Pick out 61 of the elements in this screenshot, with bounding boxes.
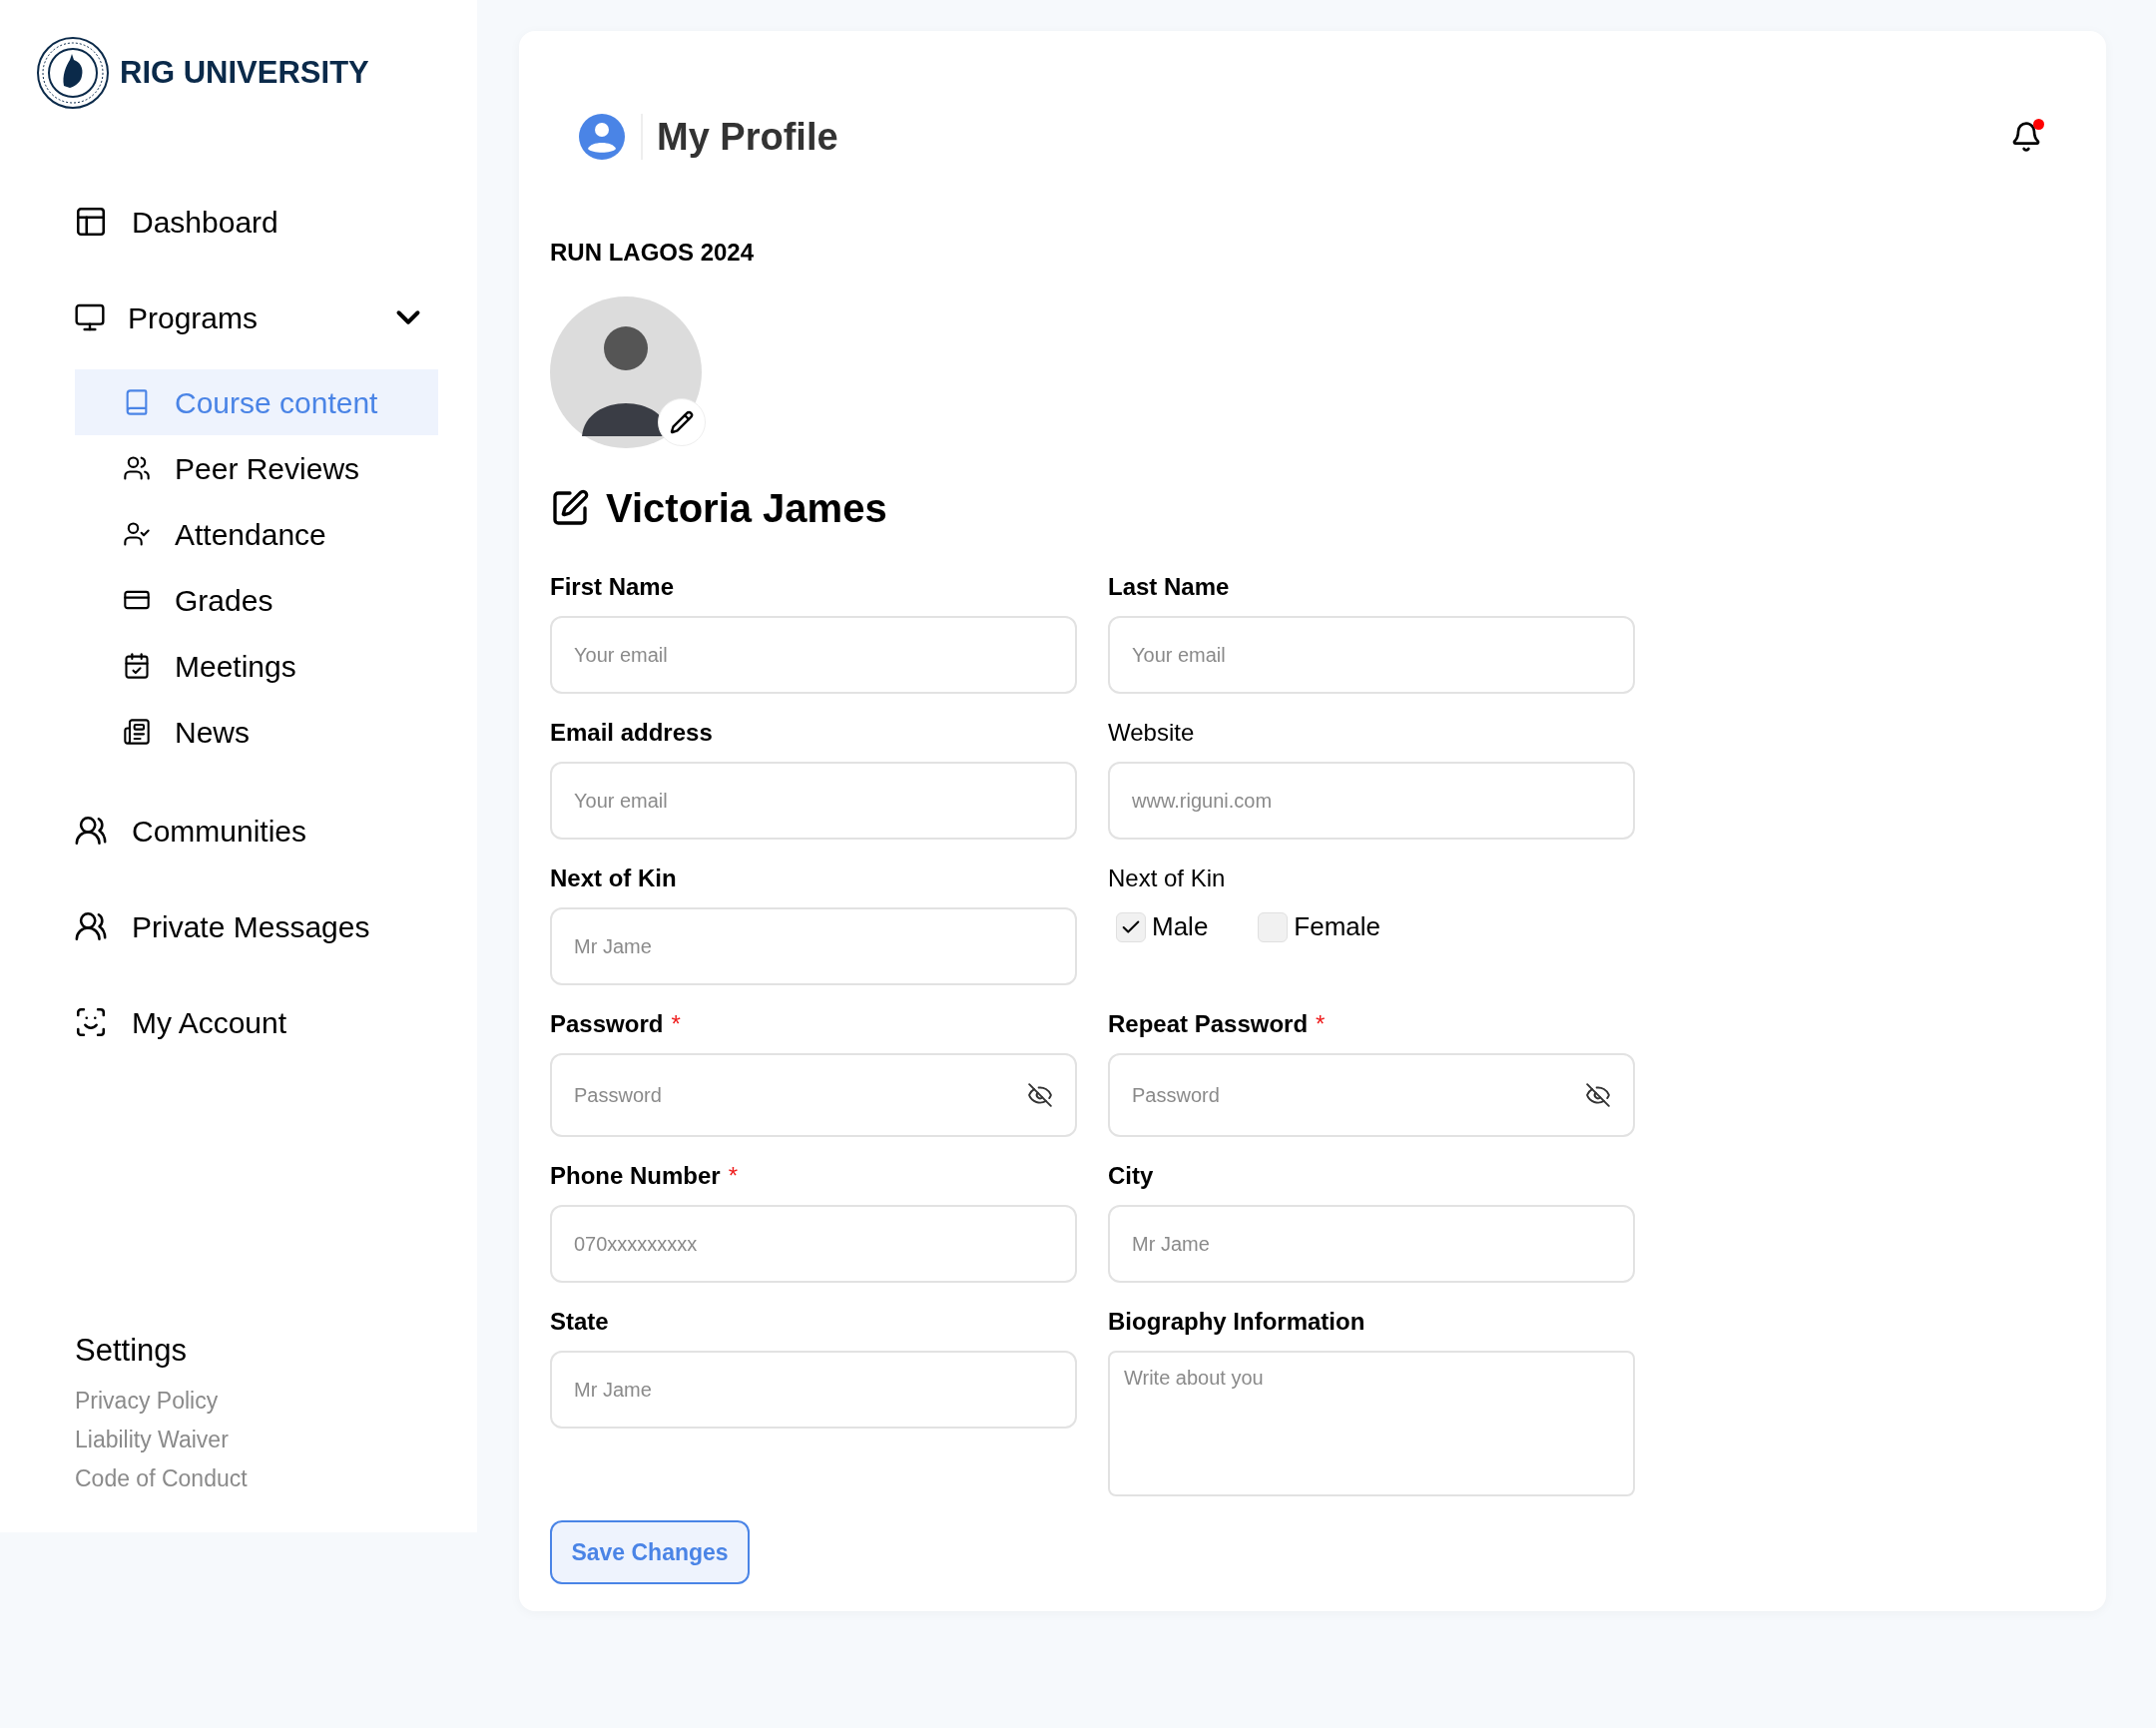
nav-item[interactable]: Private Messages: [0, 896, 477, 956]
settings-heading: Settings: [75, 1331, 188, 1370]
edit-icon[interactable]: [550, 488, 590, 528]
event-title: RUN LAGOS 2024: [550, 238, 756, 268]
nav-group[interactable]: Programs: [0, 288, 477, 347]
users-icon: [74, 814, 108, 848]
edit-photo-button[interactable]: [658, 398, 706, 446]
checkbox-label: Female: [1294, 910, 1381, 943]
field-label: Email address: [550, 718, 713, 748]
checkbox[interactable]: [1116, 911, 1146, 942]
password-field[interactable]: Password: [1108, 1053, 1635, 1137]
brand-name: RIG UNIVERSITY: [120, 53, 369, 92]
page-title: My Profile: [657, 114, 838, 160]
password-field[interactable]: Password: [550, 1053, 1077, 1137]
field-label: Phone Number: [550, 1161, 721, 1191]
eye-off-icon[interactable]: [1585, 1082, 1611, 1108]
field-label: Password: [550, 1009, 664, 1039]
textarea-field[interactable]: Write about you: [1108, 1351, 1635, 1496]
text-field[interactable]: Your email: [550, 762, 1077, 840]
field-label: State: [550, 1307, 609, 1337]
field-label: First Name: [550, 572, 675, 602]
field-label: Repeat Password: [1108, 1009, 1309, 1039]
checkbox[interactable]: [1258, 911, 1289, 942]
monitor-icon: [74, 301, 106, 333]
nav-subitem[interactable]: Grades: [75, 567, 438, 633]
text-field[interactable]: 070xxxxxxxxx: [550, 1205, 1077, 1283]
field-label: Biography Information: [1108, 1307, 1365, 1337]
nav-subitem[interactable]: Meetings: [75, 633, 438, 699]
text-field[interactable]: Mr Jame: [550, 907, 1077, 985]
nav-item[interactable]: My Account: [0, 992, 477, 1052]
text-field[interactable]: Your email: [550, 616, 1077, 694]
required-mark: *: [728, 1161, 739, 1191]
newspaper-icon: [123, 718, 151, 746]
nav-subitem[interactable]: Attendance: [75, 501, 438, 567]
required-mark: *: [671, 1009, 681, 1039]
user-check-icon: [123, 520, 151, 548]
text-field[interactable]: Mr Jame: [550, 1351, 1077, 1429]
nav-subitem[interactable]: News: [75, 699, 438, 765]
calendar-icon: [123, 652, 151, 680]
profile-name: Victoria James: [606, 485, 887, 532]
text-field[interactable]: www.riguni.com: [1108, 762, 1635, 840]
field-label: Next of Kin: [1108, 864, 1226, 893]
eye-off-icon[interactable]: [1027, 1082, 1053, 1108]
checkbox-label: Male: [1152, 910, 1209, 943]
nav-item[interactable]: Communities: [0, 801, 477, 861]
nav-item[interactable]: Dashboard: [0, 192, 477, 252]
nav-subitem[interactable]: Peer Reviews: [75, 435, 438, 501]
field-label: Last Name: [1108, 572, 1230, 602]
users-icon: [74, 909, 108, 943]
required-mark: *: [1316, 1009, 1326, 1039]
field-label: City: [1108, 1161, 1154, 1191]
notification-bell-icon[interactable]: [2010, 121, 2042, 153]
face-scan-icon: [74, 1005, 108, 1039]
dashboard-icon: [74, 205, 108, 239]
users-icon: [123, 454, 151, 482]
text-field[interactable]: Your email: [1108, 616, 1635, 694]
field-label: Next of Kin: [550, 864, 677, 893]
text-field[interactable]: Mr Jame: [1108, 1205, 1635, 1283]
field-label: Website: [1108, 718, 1195, 748]
pencil-icon: [670, 410, 694, 434]
user-avatar-icon: [577, 112, 627, 162]
